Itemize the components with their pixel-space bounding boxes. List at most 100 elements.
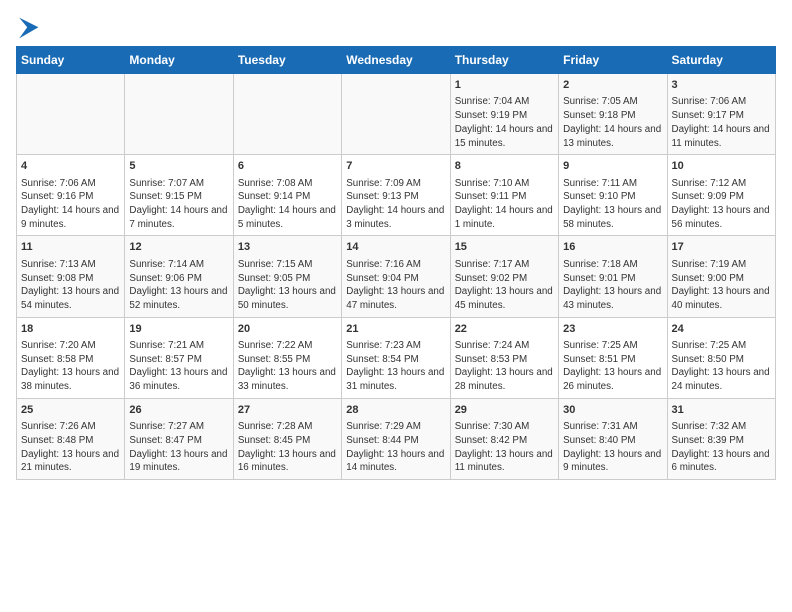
weekday-header-friday: Friday [559, 47, 667, 74]
day-number: 27 [238, 403, 337, 418]
day-info: Sunrise: 7:06 AM Sunset: 9:17 PM Dayligh… [672, 95, 771, 150]
day-number: 18 [21, 322, 120, 337]
calendar-cell [342, 74, 450, 155]
day-number: 12 [129, 240, 228, 255]
logo [16, 16, 44, 40]
weekday-header-row: SundayMondayTuesdayWednesdayThursdayFrid… [17, 47, 776, 74]
calendar-cell: 9Sunrise: 7:11 AM Sunset: 9:10 PM Daylig… [559, 155, 667, 236]
day-number: 1 [455, 78, 554, 93]
calendar-cell: 16 Sunrise: 7:18 AM Sunset: 9:01 PM Dayli… [559, 236, 667, 317]
day-number: 17 [672, 240, 771, 255]
day-number: 3 [672, 78, 771, 93]
day-number: 10 [672, 159, 771, 174]
day-number: 13 [238, 240, 337, 255]
calendar-cell: 23 Sunrise: 7:25 AM Sunset: 8:51 PM Dayli… [559, 317, 667, 398]
day-info: Sunrise: 7:04 AM Sunset: 9:19 PM Dayligh… [455, 95, 554, 150]
day-number: 9 [563, 159, 662, 174]
calendar-cell: 8 Sunrise: 7:10 AM Sunset: 9:11 PM Daylig… [450, 155, 558, 236]
calendar-cell: 7 Sunrise: 7:09 AM Sunset: 9:13 PM Daylig… [342, 155, 450, 236]
day-info: Sunrise: 7:21 AM Sunset: 8:57 PM Dayligh… [129, 339, 228, 394]
day-number: 16 [563, 240, 662, 255]
calendar-cell: 18 Sunrise: 7:20 AM Sunset: 8:58 PM Dayli… [17, 317, 125, 398]
calendar-table: SundayMondayTuesdayWednesdayThursdayFrid… [16, 46, 776, 480]
day-number: 29 [455, 403, 554, 418]
calendar-cell: 26 Sunrise: 7:27 AM Sunset: 8:47 PM Dayli… [125, 398, 233, 479]
day-info: Sunrise: 7:15 AM Sunset: 9:05 PM Dayligh… [238, 258, 337, 313]
calendar-cell: 28Sunrise: 7:29 AM Sunset: 8:44 PM Dayli… [342, 398, 450, 479]
calendar-cell: 25 Sunrise: 7:26 AM Sunset: 8:48 PM Dayli… [17, 398, 125, 479]
day-number: 19 [129, 322, 228, 337]
day-info: Sunrise: 7:08 AM Sunset: 9:14 PM Dayligh… [238, 177, 337, 232]
day-info: Sunrise: 7:30 AM Sunset: 8:42 PM Dayligh… [455, 420, 554, 475]
calendar-cell: 29 Sunrise: 7:30 AM Sunset: 8:42 PM Dayli… [450, 398, 558, 479]
calendar-week-1: 1 Sunrise: 7:04 AM Sunset: 9:19 PM Daylig… [17, 74, 776, 155]
day-info: Sunrise: 7:24 AM Sunset: 8:53 PM Dayligh… [455, 339, 554, 394]
day-number: 26 [129, 403, 228, 418]
day-number: 15 [455, 240, 554, 255]
calendar-cell: 14 Sunrise: 7:16 AM Sunset: 9:04 PM Dayli… [342, 236, 450, 317]
day-info: Sunrise: 7:19 AM Sunset: 9:00 PM Dayligh… [672, 258, 771, 313]
weekday-header-thursday: Thursday [450, 47, 558, 74]
day-info: Sunrise: 7:10 AM Sunset: 9:11 PM Dayligh… [455, 177, 554, 232]
calendar-cell: 11Sunrise: 7:13 AM Sunset: 9:08 PM Dayli… [17, 236, 125, 317]
calendar-cell [233, 74, 341, 155]
day-info: Sunrise: 7:16 AM Sunset: 9:04 PM Dayligh… [346, 258, 445, 313]
day-info: Sunrise: 7:09 AM Sunset: 9:13 PM Dayligh… [346, 177, 445, 232]
day-info: Sunrise: 7:07 AM Sunset: 9:15 PM Dayligh… [129, 177, 228, 232]
day-info: Sunrise: 7:26 AM Sunset: 8:48 PM Dayligh… [21, 420, 120, 475]
calendar-cell: 5 Sunrise: 7:07 AM Sunset: 9:15 PM Daylig… [125, 155, 233, 236]
day-info: Sunrise: 7:29 AM Sunset: 8:44 PM Dayligh… [346, 420, 445, 475]
day-number: 8 [455, 159, 554, 174]
calendar-cell [17, 74, 125, 155]
weekday-header-tuesday: Tuesday [233, 47, 341, 74]
day-info: Sunrise: 7:23 AM Sunset: 8:54 PM Dayligh… [346, 339, 445, 394]
calendar-body: 1 Sunrise: 7:04 AM Sunset: 9:19 PM Daylig… [17, 74, 776, 480]
logo-icon [16, 16, 40, 40]
day-info: Sunrise: 7:12 AM Sunset: 9:09 PM Dayligh… [672, 177, 771, 232]
calendar-cell [125, 74, 233, 155]
day-number: 23 [563, 322, 662, 337]
weekday-header-sunday: Sunday [17, 47, 125, 74]
page-header [16, 16, 776, 40]
calendar-cell: 17 Sunrise: 7:19 AM Sunset: 9:00 PM Dayli… [667, 236, 775, 317]
day-number: 31 [672, 403, 771, 418]
day-number: 20 [238, 322, 337, 337]
weekday-header-wednesday: Wednesday [342, 47, 450, 74]
day-info: Sunrise: 7:13 AM Sunset: 9:08 PM Dayligh… [21, 258, 120, 313]
weekday-header-saturday: Saturday [667, 47, 775, 74]
day-number: 14 [346, 240, 445, 255]
day-number: 7 [346, 159, 445, 174]
calendar-cell: 6 Sunrise: 7:08 AM Sunset: 9:14 PM Daylig… [233, 155, 341, 236]
calendar-cell: 3 Sunrise: 7:06 AM Sunset: 9:17 PM Daylig… [667, 74, 775, 155]
day-info: Sunrise: 7:25 AM Sunset: 8:50 PM Dayligh… [672, 339, 771, 394]
day-number: 30 [563, 403, 662, 418]
day-info: Sunrise: 7:22 AM Sunset: 8:55 PM Dayligh… [238, 339, 337, 394]
day-number: 5 [129, 159, 228, 174]
calendar-cell: 2Sunrise: 7:05 AM Sunset: 9:18 PM Daylig… [559, 74, 667, 155]
calendar-cell: 10 Sunrise: 7:12 AM Sunset: 9:09 PM Dayli… [667, 155, 775, 236]
day-info: Sunrise: 7:05 AM Sunset: 9:18 PM Dayligh… [563, 95, 662, 150]
day-info: Sunrise: 7:31 AM Sunset: 8:40 PM Dayligh… [563, 420, 662, 475]
day-info: Sunrise: 7:20 AM Sunset: 8:58 PM Dayligh… [21, 339, 120, 394]
calendar-cell: 24Sunrise: 7:25 AM Sunset: 8:50 PM Dayli… [667, 317, 775, 398]
day-info: Sunrise: 7:17 AM Sunset: 9:02 PM Dayligh… [455, 258, 554, 313]
calendar-week-3: 11Sunrise: 7:13 AM Sunset: 9:08 PM Dayli… [17, 236, 776, 317]
calendar-cell: 22 Sunrise: 7:24 AM Sunset: 8:53 PM Dayli… [450, 317, 558, 398]
calendar-cell: 21 Sunrise: 7:23 AM Sunset: 8:54 PM Dayli… [342, 317, 450, 398]
day-info: Sunrise: 7:18 AM Sunset: 9:01 PM Dayligh… [563, 258, 662, 313]
calendar-cell: 1 Sunrise: 7:04 AM Sunset: 9:19 PM Daylig… [450, 74, 558, 155]
day-info: Sunrise: 7:32 AM Sunset: 8:39 PM Dayligh… [672, 420, 771, 475]
day-number: 21 [346, 322, 445, 337]
day-info: Sunrise: 7:06 AM Sunset: 9:16 PM Dayligh… [21, 177, 120, 232]
calendar-cell: 12Sunrise: 7:14 AM Sunset: 9:06 PM Dayli… [125, 236, 233, 317]
calendar-week-2: 4 Sunrise: 7:06 AM Sunset: 9:16 PM Daylig… [17, 155, 776, 236]
calendar-week-4: 18 Sunrise: 7:20 AM Sunset: 8:58 PM Dayli… [17, 317, 776, 398]
day-number: 4 [21, 159, 120, 174]
calendar-cell: 15 Sunrise: 7:17 AM Sunset: 9:02 PM Dayli… [450, 236, 558, 317]
day-number: 6 [238, 159, 337, 174]
day-info: Sunrise: 7:25 AM Sunset: 8:51 PM Dayligh… [563, 339, 662, 394]
day-number: 22 [455, 322, 554, 337]
day-number: 25 [21, 403, 120, 418]
calendar-week-5: 25 Sunrise: 7:26 AM Sunset: 8:48 PM Dayli… [17, 398, 776, 479]
day-info: Sunrise: 7:27 AM Sunset: 8:47 PM Dayligh… [129, 420, 228, 475]
